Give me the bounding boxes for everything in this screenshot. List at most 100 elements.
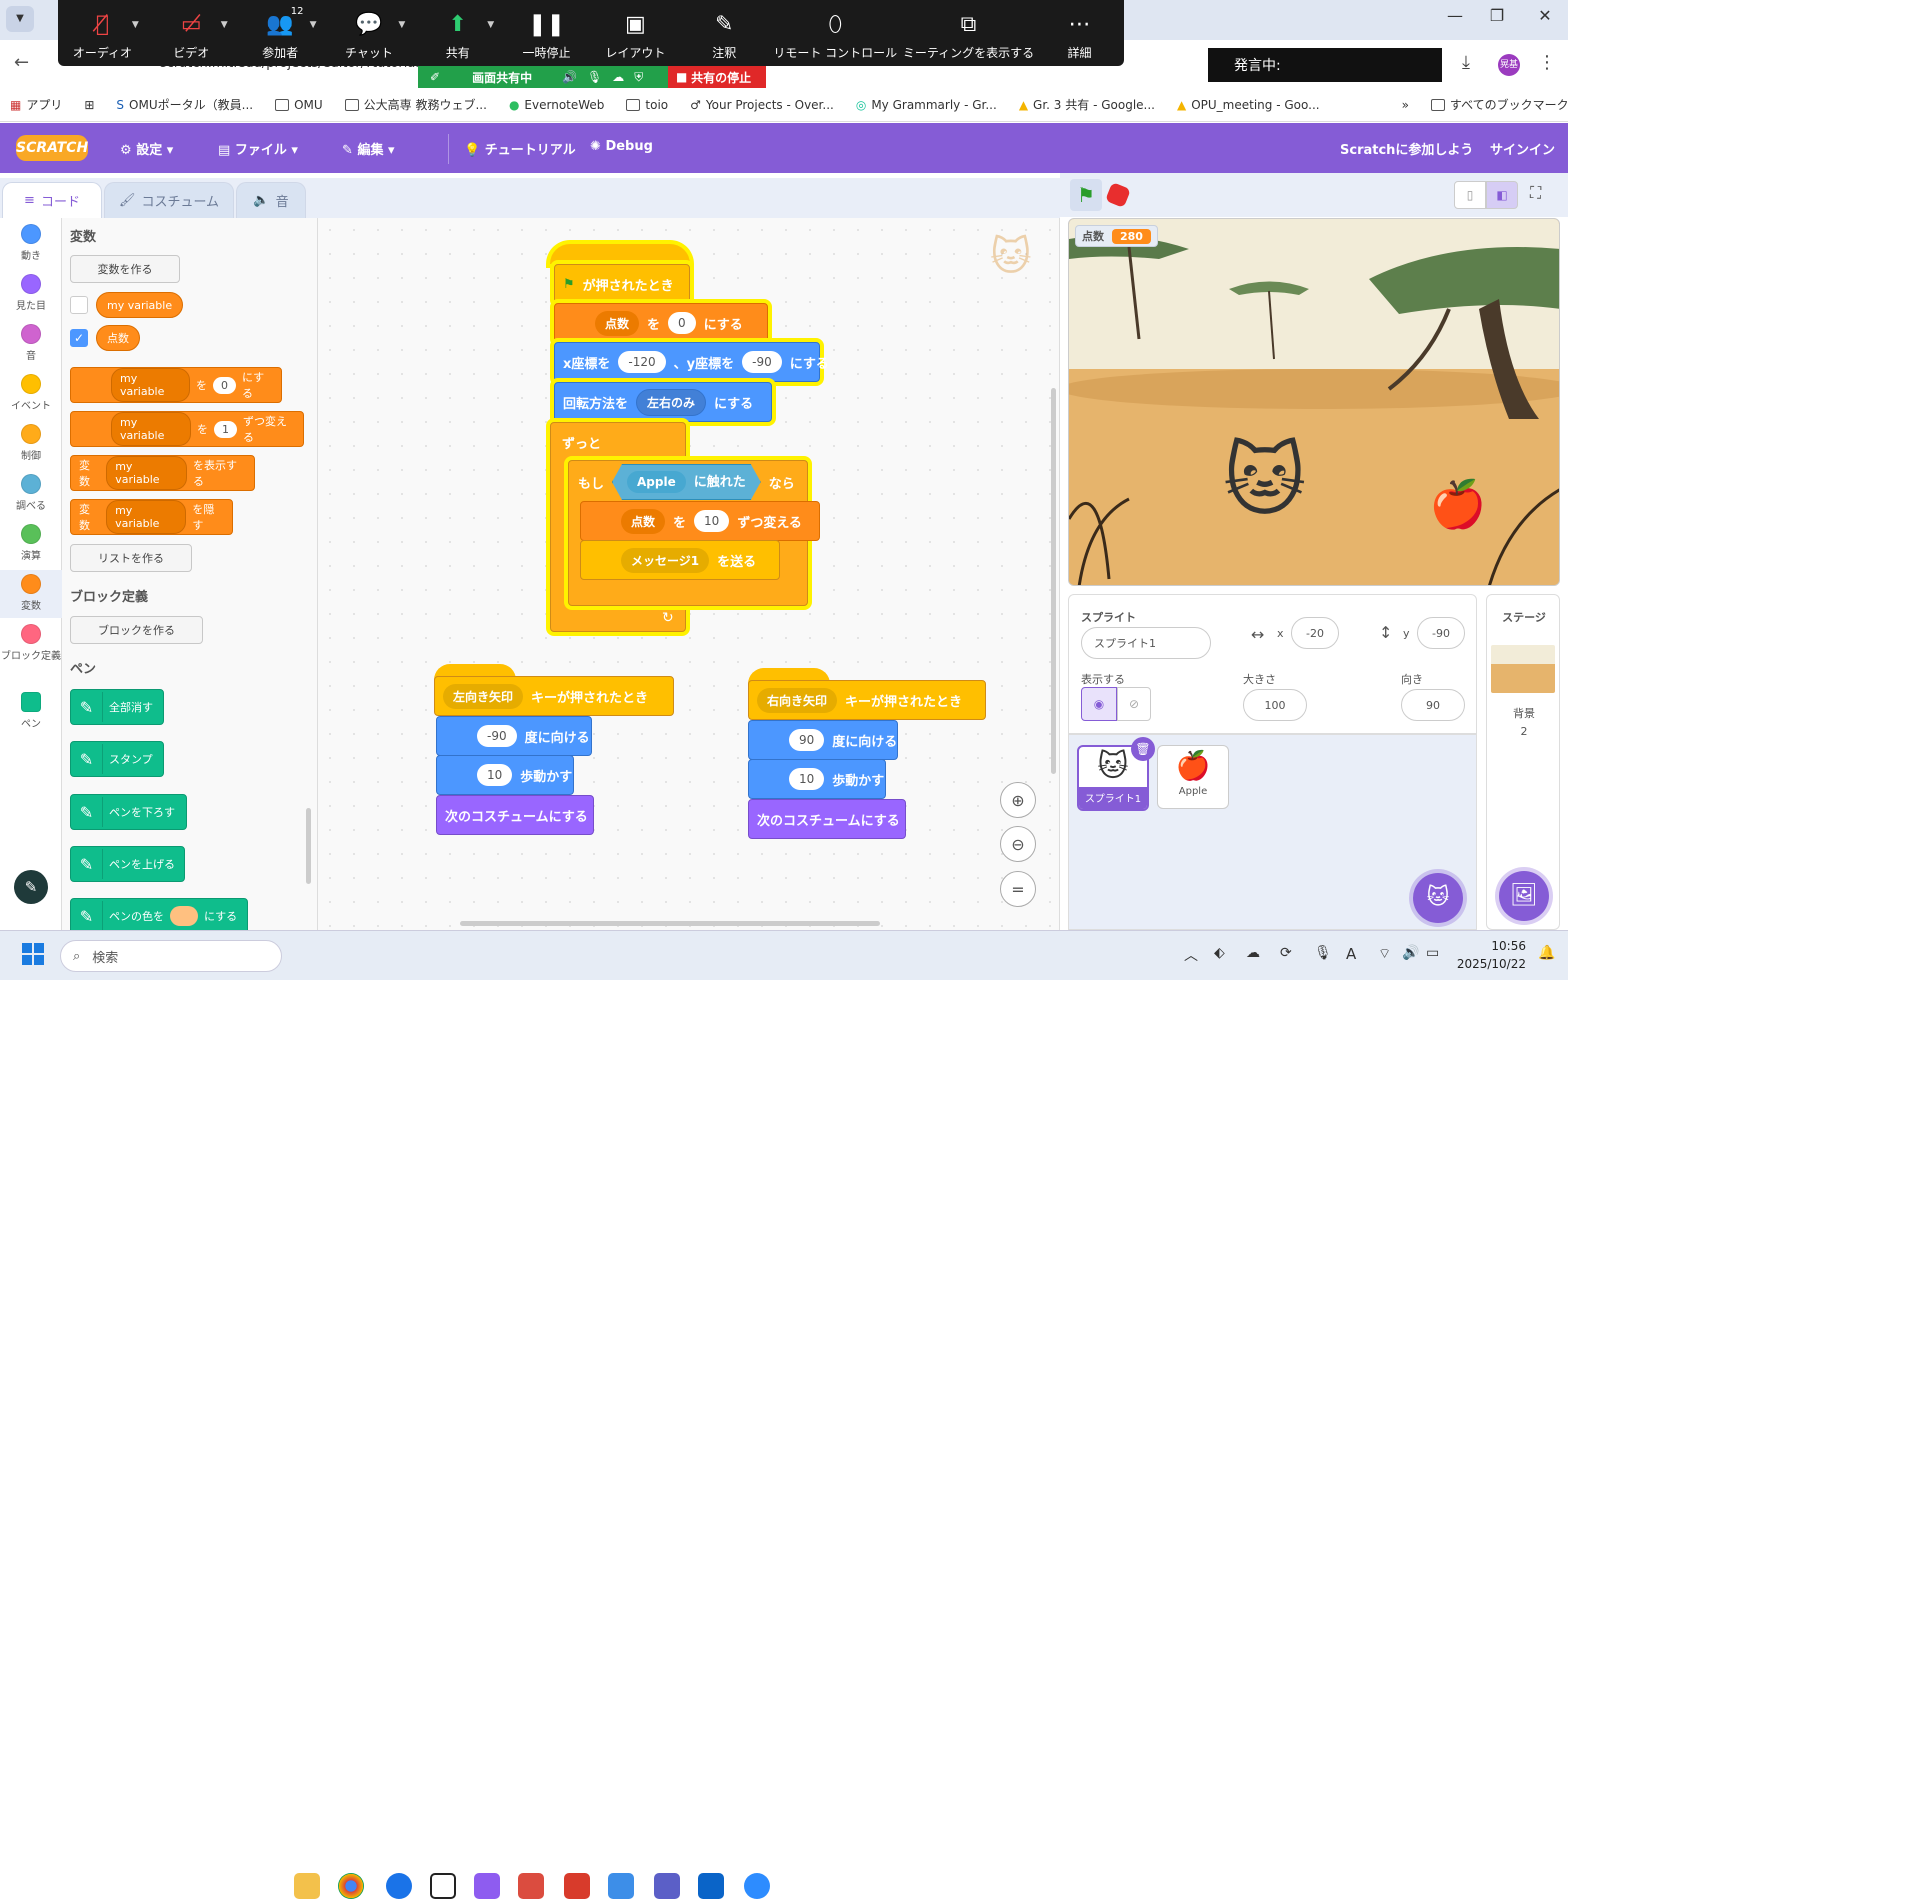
pause-button[interactable]: ❚❚ 一時停止 (502, 0, 591, 66)
bookmark-item[interactable]: OMU (275, 98, 323, 112)
chevron-down-icon[interactable]: ▼ (487, 20, 494, 30)
key-dropdown[interactable]: 左向き矢印 (443, 683, 524, 709)
variable-dropdown[interactable]: my variable (106, 456, 187, 490)
direction-input[interactable]: 90 (1401, 689, 1465, 721)
stop-share-button[interactable]: ■ 共有の停止 (668, 66, 766, 88)
bookmark-item[interactable]: ♂ Your Projects - Over... (690, 98, 834, 112)
share-button[interactable]: ⬆ 共有 ▼ (413, 0, 502, 66)
category-variables[interactable]: 変数 (0, 570, 62, 618)
bookmark-overflow[interactable]: » (1402, 98, 1409, 112)
clock-date[interactable]: 2025/10/22 (1446, 957, 1526, 971)
sprite-tile[interactable]: 🍎 Apple (1157, 745, 1229, 809)
more-menu-icon[interactable]: ⋮ (1538, 52, 1556, 73)
variable-dropdown[interactable]: 点数 (621, 508, 666, 534)
bookmark-item[interactable]: 公大高専 教務ウェブ... (344, 96, 487, 113)
horizontal-scrollbar[interactable] (460, 921, 880, 926)
rotation-dropdown[interactable]: 左右のみ (636, 388, 707, 416)
color-swatch[interactable] (170, 906, 198, 926)
back-icon[interactable]: ← (14, 52, 29, 73)
change-variable-block[interactable]: 点数を 10 ずつ変える (580, 501, 820, 541)
next-costume-block[interactable]: 次のコスチュームにする (748, 799, 906, 839)
layout-button[interactable]: ▣ レイアウト (591, 0, 680, 66)
pen-clear-block[interactable]: ✎ 全部消す (70, 689, 164, 725)
remote-control-button[interactable]: ⬯ リモート コントロール (769, 0, 902, 66)
file-explorer-icon[interactable] (294, 1873, 320, 1899)
download-icon[interactable]: ⤓ (1462, 52, 1470, 73)
touch-dropdown[interactable]: Apple (627, 471, 686, 493)
bookmark-item[interactable]: ⊞ (84, 98, 94, 112)
notion-icon[interactable] (430, 1873, 456, 1899)
when-key-pressed-block[interactable]: 左向き矢印 キーが押されたとき (434, 676, 674, 716)
restore-icon[interactable]: ❐ (1482, 6, 1512, 25)
point-direction-block[interactable]: -90 度に向ける (436, 716, 592, 756)
zoom-icon[interactable] (744, 1873, 770, 1899)
windows-start-icon[interactable] (22, 943, 44, 965)
value-input[interactable]: 0 (668, 312, 696, 334)
extension-pen-icon[interactable]: ✎ (14, 870, 48, 904)
mic-icon[interactable]: 🎙 (1314, 945, 1332, 961)
category-events[interactable]: イベント (0, 374, 62, 412)
normal-stage-icon[interactable]: ◧ (1486, 181, 1518, 209)
all-bookmarks[interactable]: すべてのブックマーク (1430, 96, 1569, 113)
set-variable-block[interactable]: 点数を 0 にする (554, 303, 768, 343)
chevron-down-icon[interactable]: ▼ (221, 20, 228, 30)
green-flag-icon[interactable]: ⚑ (1070, 179, 1102, 211)
mic-icon[interactable]: 🎙 (587, 70, 602, 84)
pen-stamp-block[interactable]: ✎ スタンプ (70, 741, 164, 777)
taskbar-search[interactable]: ⌕ 検索 (60, 940, 282, 972)
tab-costume[interactable]: 🖌 コスチューム (104, 182, 234, 218)
wifi-icon[interactable]: ⌔ (1378, 945, 1391, 963)
join-link[interactable]: Scratchに参加しよう (1340, 139, 1473, 158)
category-control[interactable]: 制御 (0, 424, 62, 462)
broadcast-block[interactable]: メッセージ1 を送る (580, 540, 780, 580)
show-meeting-button[interactable]: ⧉ ミーティングを表示する (902, 0, 1035, 66)
scratch-logo[interactable]: SCRATCH (16, 135, 88, 161)
zoom-in-icon[interactable]: ⊕ (1000, 782, 1036, 818)
close-icon[interactable]: ✕ (1530, 6, 1560, 25)
obsidian-icon[interactable] (474, 1873, 500, 1899)
palette-scrollbar[interactable] (306, 808, 311, 884)
bookmark-item[interactable]: ▦ アプリ (10, 96, 62, 113)
bookmark-item[interactable]: ● EvernoteWeb (509, 98, 604, 112)
todoist-icon[interactable] (518, 1873, 544, 1899)
value-input[interactable]: 0 (212, 376, 236, 394)
more-button[interactable]: ⋯ 詳細 (1035, 0, 1124, 66)
teams-icon[interactable] (654, 1873, 680, 1899)
onedrive-icon[interactable]: ☁ (1246, 945, 1260, 961)
tab-code[interactable]: ≡ コード (2, 182, 102, 218)
zoom-out-icon[interactable]: ⊖ (1000, 826, 1036, 862)
chevron-down-icon[interactable]: ▼ (132, 20, 139, 30)
bookmark-item[interactable]: S OMUポータル（教員... (116, 96, 253, 113)
eye-icon[interactable]: ◉ (1081, 687, 1117, 721)
shield-icon[interactable]: ⛨ (634, 70, 643, 85)
make-list-button[interactable]: リストを作る (70, 544, 192, 572)
touching-block[interactable]: Apple に触れた (612, 464, 761, 500)
debug-menu[interactable]: ✺ Debug (590, 139, 653, 154)
category-pen[interactable]: ペン (0, 692, 62, 730)
category-looks[interactable]: 見た目 (0, 274, 62, 312)
cloud-icon[interactable]: ☁ (612, 70, 624, 84)
value-input[interactable]: 10 (694, 510, 730, 532)
make-variable-button[interactable]: 変数を作る (70, 255, 180, 283)
category-myblocks[interactable]: ブロック定義 (0, 624, 62, 662)
chrome-icon[interactable] (338, 1873, 364, 1899)
stage-canvas[interactable]: 点数 280 🐱 🍎 (1068, 218, 1560, 586)
steps-input[interactable]: 10 (789, 768, 825, 790)
x-input[interactable]: -120 (618, 351, 666, 373)
value-input[interactable]: 1 (213, 420, 237, 438)
when-key-pressed-block[interactable]: 右向き矢印 キーが押されたとき (748, 680, 986, 720)
variable-monitor[interactable]: 点数 280 (1075, 225, 1158, 247)
outlook-icon[interactable] (698, 1873, 724, 1899)
pen-up-block[interactable]: ✎ ペンを上げる (70, 846, 185, 882)
trash-icon[interactable]: 🗑 (1131, 737, 1155, 761)
dropbox-icon[interactable]: ⬖ (1214, 945, 1225, 961)
y-input[interactable]: -90 (1417, 617, 1465, 649)
maps-icon[interactable] (386, 1873, 412, 1899)
variable-dropdown[interactable]: my variable (111, 412, 191, 446)
video-button[interactable]: ▭̸ ビデオ ▼ (147, 0, 236, 66)
file-menu[interactable]: ▤ ファイル ▾ (218, 139, 298, 158)
minimize-icon[interactable]: — (1440, 6, 1470, 25)
goto-xy-block[interactable]: x座標を -120 、y座標を -90 にする (554, 342, 829, 382)
settings-menu[interactable]: ⚙ 設定 ▾ (120, 139, 173, 158)
chevron-up-icon[interactable]: ︿ (1184, 945, 1198, 965)
